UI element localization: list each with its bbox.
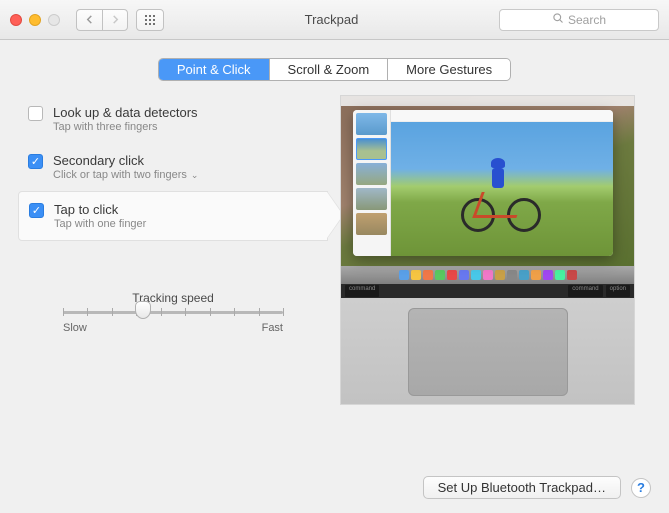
tab-point-click[interactable]: Point & Click xyxy=(159,59,270,80)
back-button[interactable] xyxy=(76,9,102,31)
search-field[interactable]: Search xyxy=(499,9,659,31)
options-list: Look up & data detectorsTap with three f… xyxy=(18,95,328,241)
preview-thumbnail xyxy=(356,138,387,160)
nav-buttons xyxy=(76,9,128,31)
preview-keyboard: command command option xyxy=(341,284,634,298)
dock-app-icon xyxy=(471,270,481,280)
option-row[interactable]: Look up & data detectorsTap with three f… xyxy=(18,95,328,143)
dock-app-icon xyxy=(399,270,409,280)
setup-bluetooth-button[interactable]: Set Up Bluetooth Trackpad… xyxy=(423,476,621,499)
key-command: command xyxy=(568,285,602,297)
tracking-speed-slider[interactable] xyxy=(63,311,283,314)
help-button[interactable]: ? xyxy=(631,478,651,498)
dock-app-icon xyxy=(531,270,541,280)
preview-dock xyxy=(341,266,634,284)
dock-app-icon xyxy=(507,270,517,280)
search-placeholder: Search xyxy=(568,13,606,27)
chevron-down-icon: ⌄ xyxy=(191,170,199,181)
tab-scroll-zoom[interactable]: Scroll & Zoom xyxy=(270,59,389,80)
preview-thumbnail xyxy=(356,213,387,235)
preview-screen xyxy=(341,96,634,266)
slider-thumb[interactable] xyxy=(135,301,151,319)
tracking-speed-section: Tracking speed Slow Fast xyxy=(18,291,328,334)
dock-app-icon xyxy=(567,270,577,280)
show-all-button[interactable] xyxy=(136,9,164,31)
tab-bar: Point & ClickScroll & ZoomMore Gestures xyxy=(18,58,651,81)
option-title: Secondary click xyxy=(53,153,198,168)
dock-app-icon xyxy=(483,270,493,280)
preview-menubar xyxy=(341,96,634,106)
dock-app-icon xyxy=(519,270,529,280)
zoom-window-button[interactable] xyxy=(48,14,60,26)
titlebar: Trackpad Search xyxy=(0,0,669,40)
grid-icon xyxy=(144,14,156,26)
checkbox[interactable]: ✓ xyxy=(28,154,43,169)
option-subtitle[interactable]: Click or tap with two fingers⌄ xyxy=(53,169,198,181)
dock-app-icon xyxy=(435,270,445,280)
option-title: Look up & data detectors xyxy=(53,105,198,120)
preview-trackpad-body xyxy=(341,298,634,405)
search-icon xyxy=(552,12,564,27)
preview-thumbnail xyxy=(356,163,387,185)
key-option: option xyxy=(606,285,630,297)
dock-app-icon xyxy=(459,270,469,280)
preview-thumbnail xyxy=(356,113,387,135)
option-subtitle: Tap with three fingers xyxy=(53,121,198,133)
slider-min-label: Slow xyxy=(63,322,87,334)
forward-button[interactable] xyxy=(102,9,128,31)
checkbox[interactable]: ✓ xyxy=(29,203,44,218)
dock-app-icon xyxy=(495,270,505,280)
tracking-speed-label: Tracking speed xyxy=(18,291,328,305)
preview-sidebar xyxy=(353,110,391,256)
tab-more-gestures[interactable]: More Gestures xyxy=(388,59,510,80)
option-row[interactable]: ✓ Tap to clickTap with one finger xyxy=(18,191,328,241)
close-window-button[interactable] xyxy=(10,14,22,26)
window-title: Trackpad xyxy=(172,12,491,27)
minimize-window-button[interactable] xyxy=(29,14,41,26)
preview-thumbnail xyxy=(356,188,387,210)
window-controls xyxy=(10,14,60,26)
checkbox[interactable] xyxy=(28,106,43,121)
gesture-preview: command command option xyxy=(340,95,635,405)
dock-app-icon xyxy=(411,270,421,280)
option-row[interactable]: ✓ Secondary clickClick or tap with two fi… xyxy=(18,143,328,191)
content-area: Point & ClickScroll & ZoomMore Gestures … xyxy=(0,40,669,513)
preview-app-window xyxy=(353,110,613,256)
option-subtitle: Tap with one finger xyxy=(54,218,146,230)
slider-max-label: Fast xyxy=(262,322,283,334)
dock-app-icon xyxy=(423,270,433,280)
dock-app-icon xyxy=(555,270,565,280)
key-command: command xyxy=(345,285,379,297)
preview-photo xyxy=(391,122,613,256)
dock-app-icon xyxy=(447,270,457,280)
dock-app-icon xyxy=(543,270,553,280)
footer-row: Set Up Bluetooth Trackpad… ? xyxy=(423,476,651,499)
preview-trackpad-surface xyxy=(408,308,568,396)
option-title: Tap to click xyxy=(54,202,146,217)
